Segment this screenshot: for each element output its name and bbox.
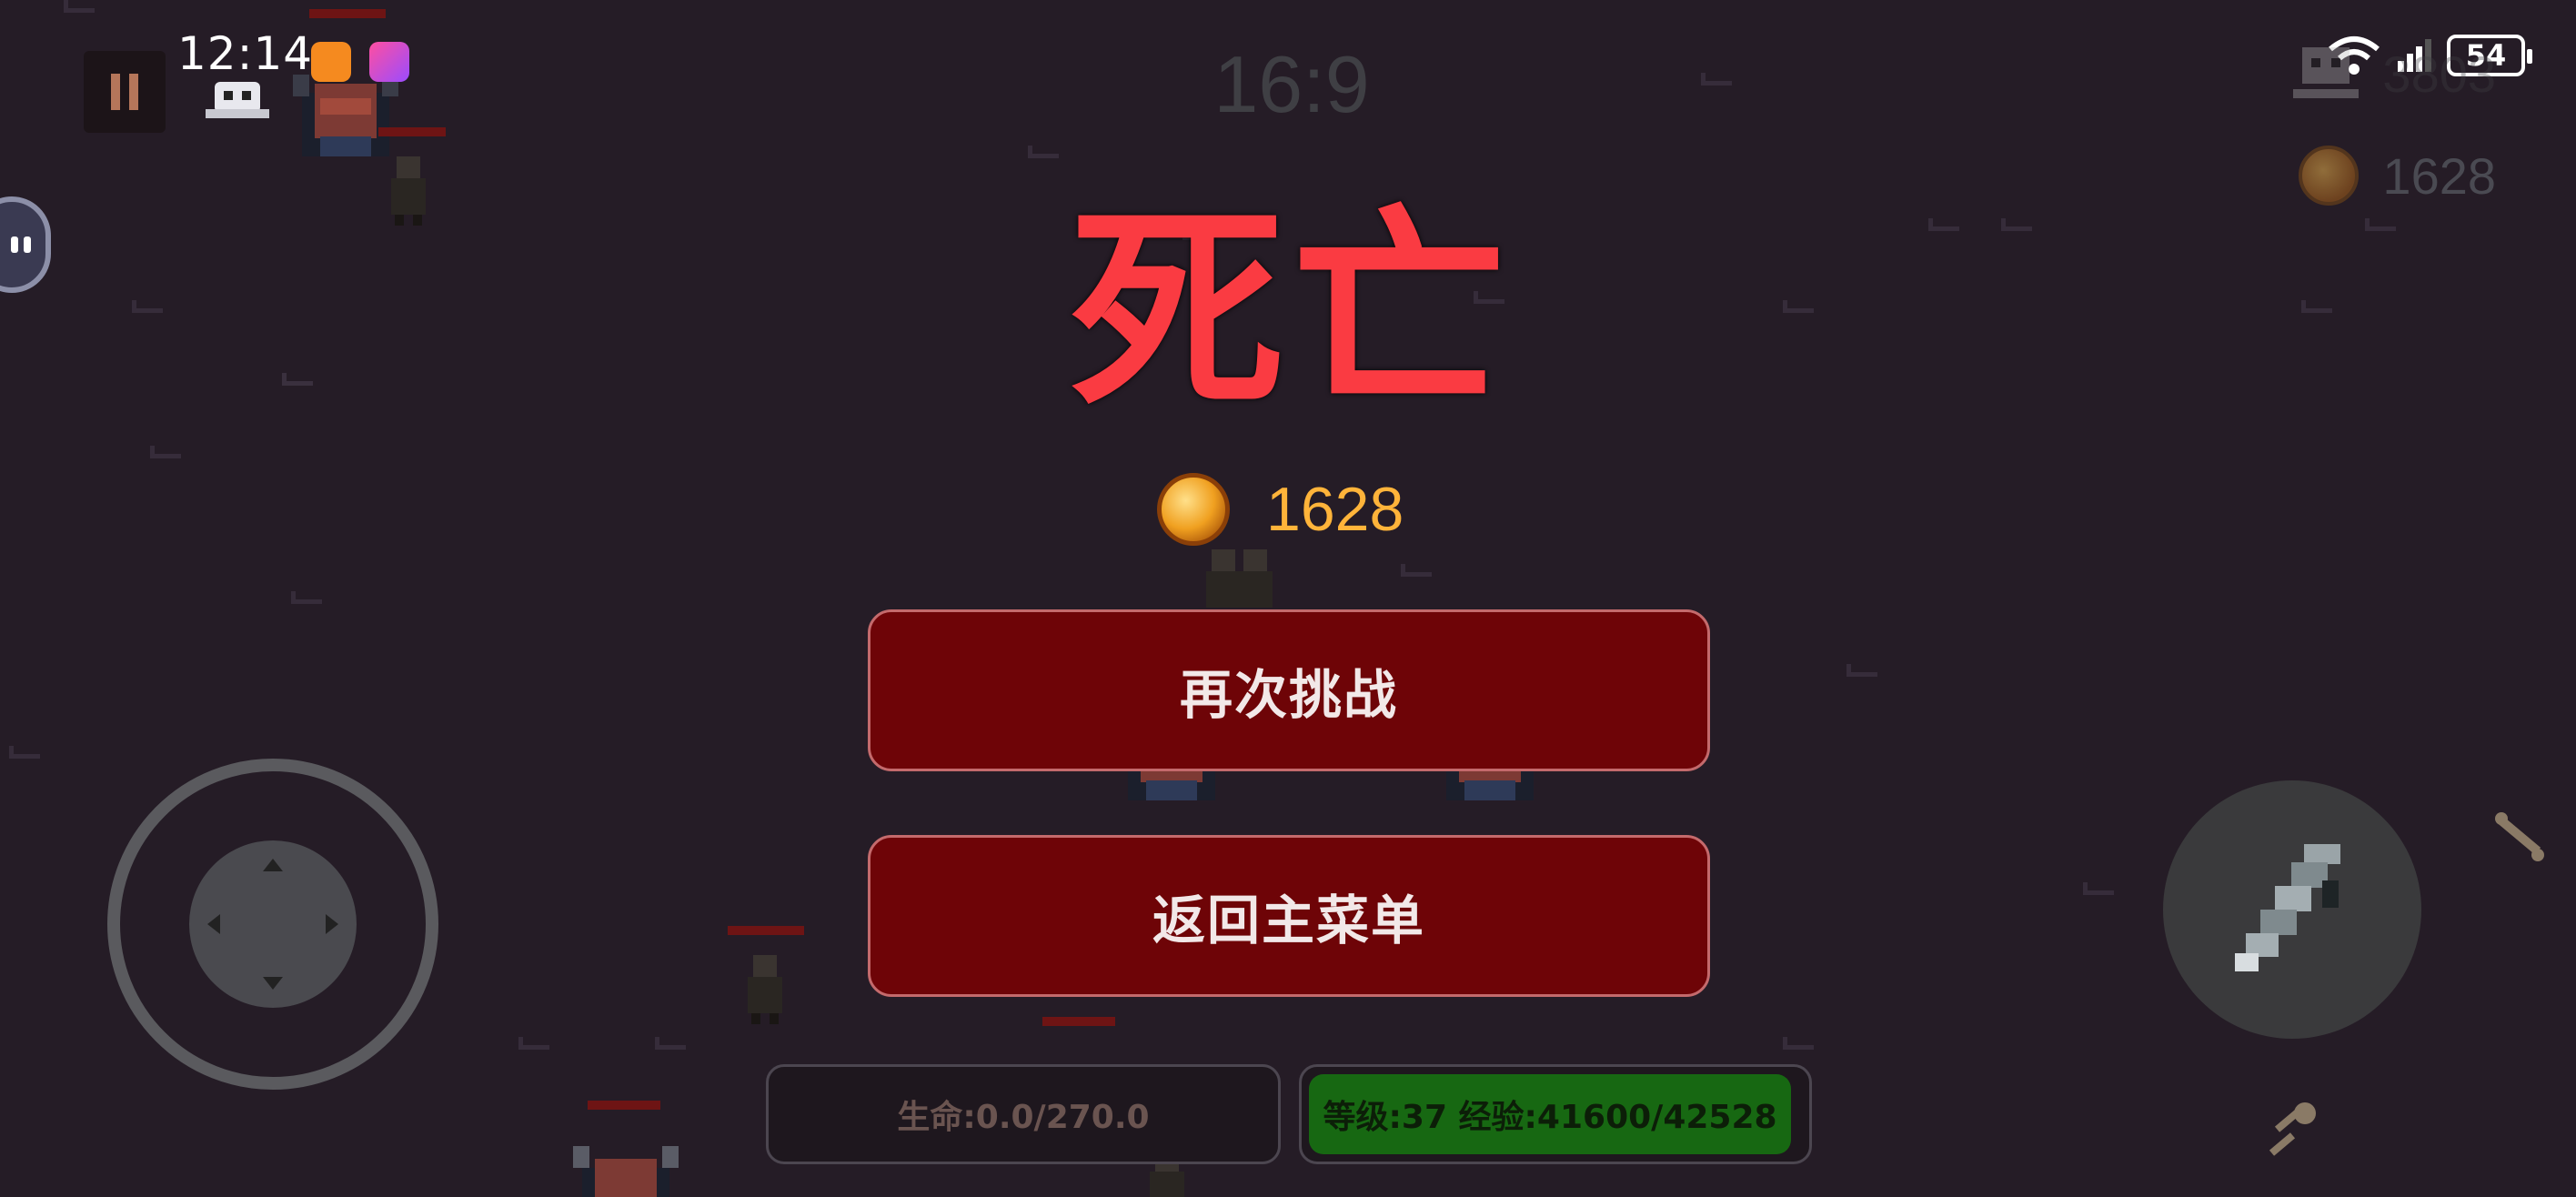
kill-count: 3803 <box>2382 45 2496 103</box>
retry-button[interactable]: 再次挑战 <box>868 609 1710 771</box>
kill-counter: 3803 <box>2293 44 2496 104</box>
app-notification-icon <box>311 42 351 82</box>
app-notification-icon <box>369 42 409 82</box>
floating-assistant-handle[interactable] <box>0 196 51 293</box>
bone-icon <box>2495 812 2544 861</box>
pause-icon <box>111 74 138 110</box>
xp-progress-fill: 等级:37 经验:41600/42528 <box>1309 1074 1792 1154</box>
xp-text: 等级:37 经验:41600/42528 <box>1323 1099 1777 1136</box>
horned-enemy <box>573 1146 679 1197</box>
game-timer: 16:9 <box>1213 39 1370 129</box>
skull-icon <box>2293 47 2360 98</box>
gold-counter: 1628 <box>2299 146 2496 206</box>
gold-earned: 1628 <box>1157 473 1404 546</box>
arrow-down-icon <box>263 977 283 990</box>
gold-count: 1628 <box>2382 146 2496 205</box>
hooded-enemy <box>1238 549 1273 608</box>
gold-earned-amount: 1628 <box>1266 475 1404 544</box>
coin-icon <box>2299 146 2360 206</box>
arrow-right-icon <box>326 914 338 934</box>
hooded-enemy <box>391 156 426 226</box>
hp-text: 生命:0.0/270.0 <box>897 1099 1150 1136</box>
coin-icon <box>1157 473 1230 546</box>
bone-icon <box>2269 1102 2316 1156</box>
pause-button[interactable] <box>84 51 166 133</box>
hooded-enemy <box>748 955 782 1024</box>
dagger-icon <box>2235 844 2340 971</box>
arrow-up-icon <box>263 859 283 871</box>
status-time: 12:14 <box>177 27 314 80</box>
death-title: 死亡 <box>1069 186 1514 437</box>
main-menu-button[interactable]: 返回主菜单 <box>868 835 1710 997</box>
xp-bar: 等级:37 经验:41600/42528 <box>1299 1064 1812 1164</box>
hp-bar: 生命:0.0/270.0 <box>766 1064 1281 1164</box>
attack-button[interactable] <box>2163 780 2421 1039</box>
game-stage: 12:14 54 16:9 3803 1628 死亡 1628 再次挑战 返回主… <box>0 0 2576 1197</box>
arrow-left-icon <box>207 914 220 934</box>
